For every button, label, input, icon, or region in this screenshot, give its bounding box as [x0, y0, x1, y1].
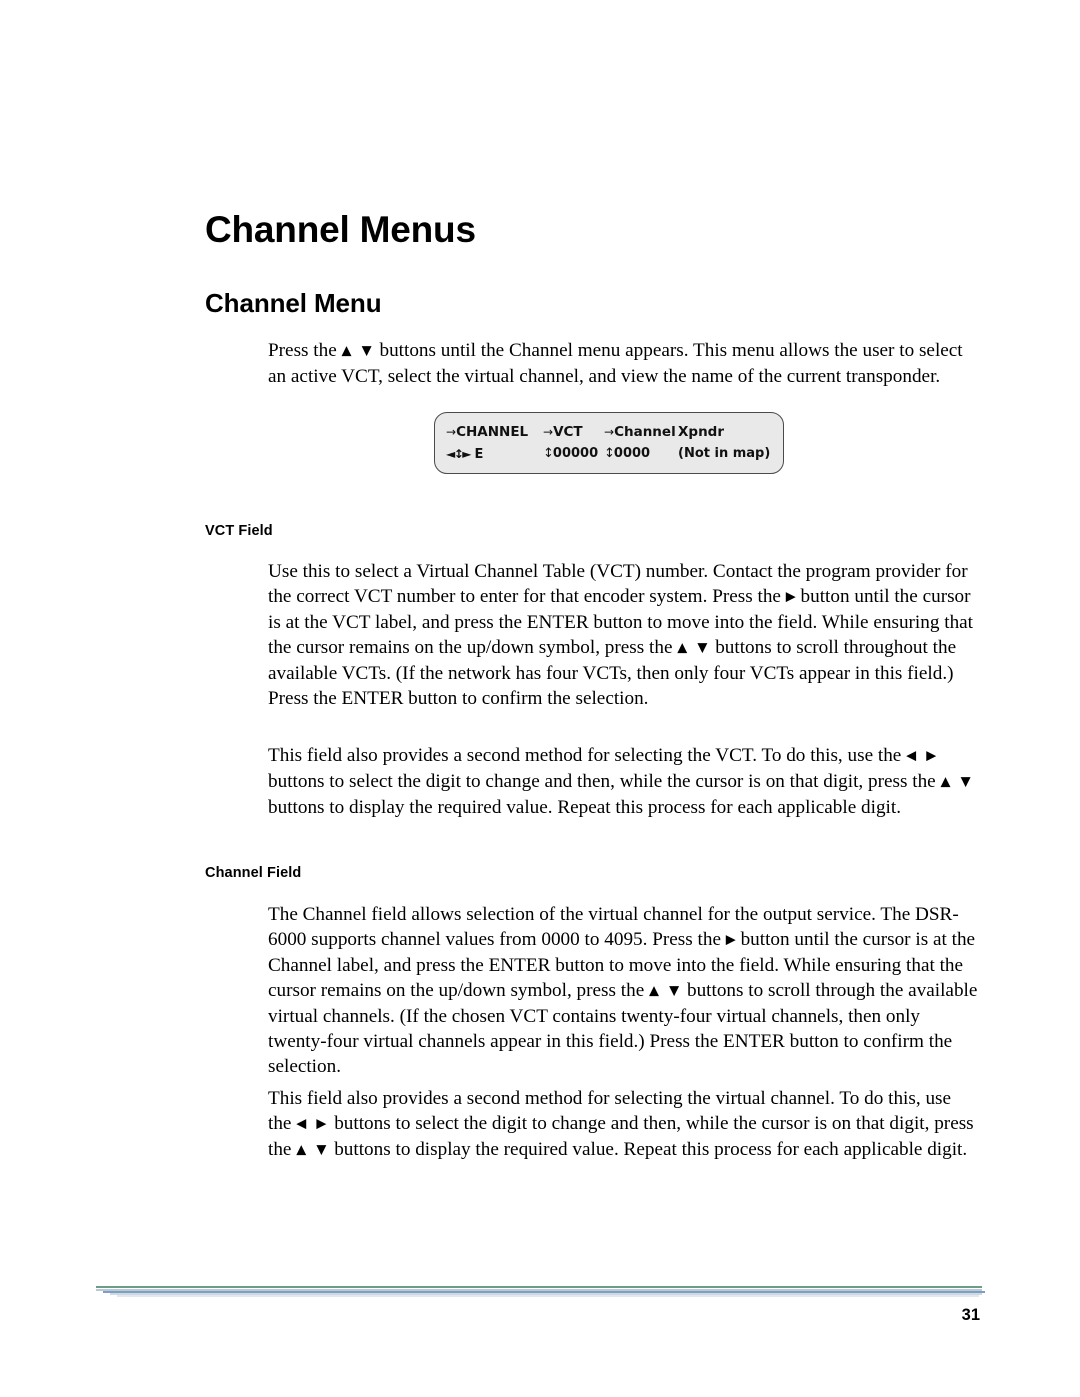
footer-divider [0, 1286, 1080, 1308]
vct-p2-text-c: buttons to display the required value. R… [268, 796, 902, 818]
lcd-display-panel: →CHANNEL →VCT →Channel Xpndr ◄↕► E ↕0000… [434, 412, 784, 474]
lcd-label-channel-field-text: Channel [614, 424, 676, 440]
lcd-value-channel-text: E [474, 447, 484, 462]
right-arrow-icon: ▶ [725, 932, 736, 948]
navigation-arrows-icon: ◄↕► [446, 447, 472, 461]
right-arrow-icon: ▶ [785, 589, 796, 605]
right-arrow-icon: → [543, 425, 554, 439]
lcd-label-vct-text: VCT [553, 424, 583, 440]
vct-field-paragraph-1: Use this to select a Virtual Channel Tab… [268, 559, 978, 711]
lcd-value-vct-text: 00000 [552, 446, 599, 461]
document-page: Channel Menus Channel Menu Press the ▲ ▼… [0, 0, 1080, 1397]
lcd-value-channel-number: ↕0000 [604, 443, 650, 465]
subheading-vct-field: VCT Field [205, 522, 273, 539]
page-number: 31 [961, 1306, 980, 1324]
page-title: Channel Menus [205, 208, 476, 250]
up-down-arrow-icon: ▲ ▼ [940, 774, 974, 790]
intro-paragraph: Press the ▲ ▼ buttons until the Channel … [268, 338, 978, 389]
up-down-arrow-icon: ▲ ▼ [296, 1142, 330, 1158]
up-down-arrow-icon: ▲ ▼ [649, 983, 683, 999]
left-right-arrow-icon: ◀ ▶ [906, 748, 940, 764]
vct-p2-text-a: This field also provides a second method… [268, 745, 902, 767]
up-down-arrow-icon: ▲ ▼ [341, 343, 375, 359]
lcd-value-vct: ↕00000 [543, 443, 598, 465]
left-right-arrow-icon: ◀ ▶ [296, 1116, 330, 1132]
section-heading-channel-menu: Channel Menu [205, 287, 382, 318]
footer-rule-shadow-2 [117, 1295, 979, 1297]
lcd-value-channel-number-text: 0000 [613, 446, 651, 461]
intro-text-lead: Press the [268, 340, 337, 362]
subheading-channel-field: Channel Field [205, 864, 302, 881]
channel-field-paragraph-1: The Channel field allows selection of th… [268, 902, 978, 1079]
up-down-arrow-icon: ↕ [543, 446, 554, 461]
up-down-arrow-icon: ▲ ▼ [677, 640, 711, 656]
lcd-label-xpndr: Xpndr [678, 424, 725, 440]
right-arrow-icon: → [604, 425, 615, 439]
vct-p2-text-b: buttons to select the digit to change an… [268, 770, 936, 792]
lcd-value-channel: ◄↕► E [446, 443, 483, 466]
footer-rule-green [96, 1286, 982, 1288]
channel-field-paragraph-2: This field also provides a second method… [268, 1086, 978, 1163]
lcd-label-row: →CHANNEL →VCT →Channel Xpndr [435, 421, 783, 443]
vct-field-paragraph-2: This field also provides a second method… [268, 743, 978, 820]
lcd-label-channel-text: CHANNEL [456, 424, 529, 440]
right-arrow-icon: → [446, 425, 457, 439]
lcd-value-row: ◄↕► E ↕00000 ↕0000 (Not in map) [435, 443, 783, 465]
lcd-label-channel-field: →Channel [604, 421, 676, 443]
lcd-label-channel: →CHANNEL [446, 421, 528, 443]
channel-p2-text-c: buttons to display the required value. R… [334, 1139, 968, 1161]
lcd-label-vct: →VCT [543, 421, 583, 443]
lcd-value-xpndr: (Not in map) [678, 446, 771, 461]
up-down-arrow-icon: ↕ [604, 446, 615, 461]
